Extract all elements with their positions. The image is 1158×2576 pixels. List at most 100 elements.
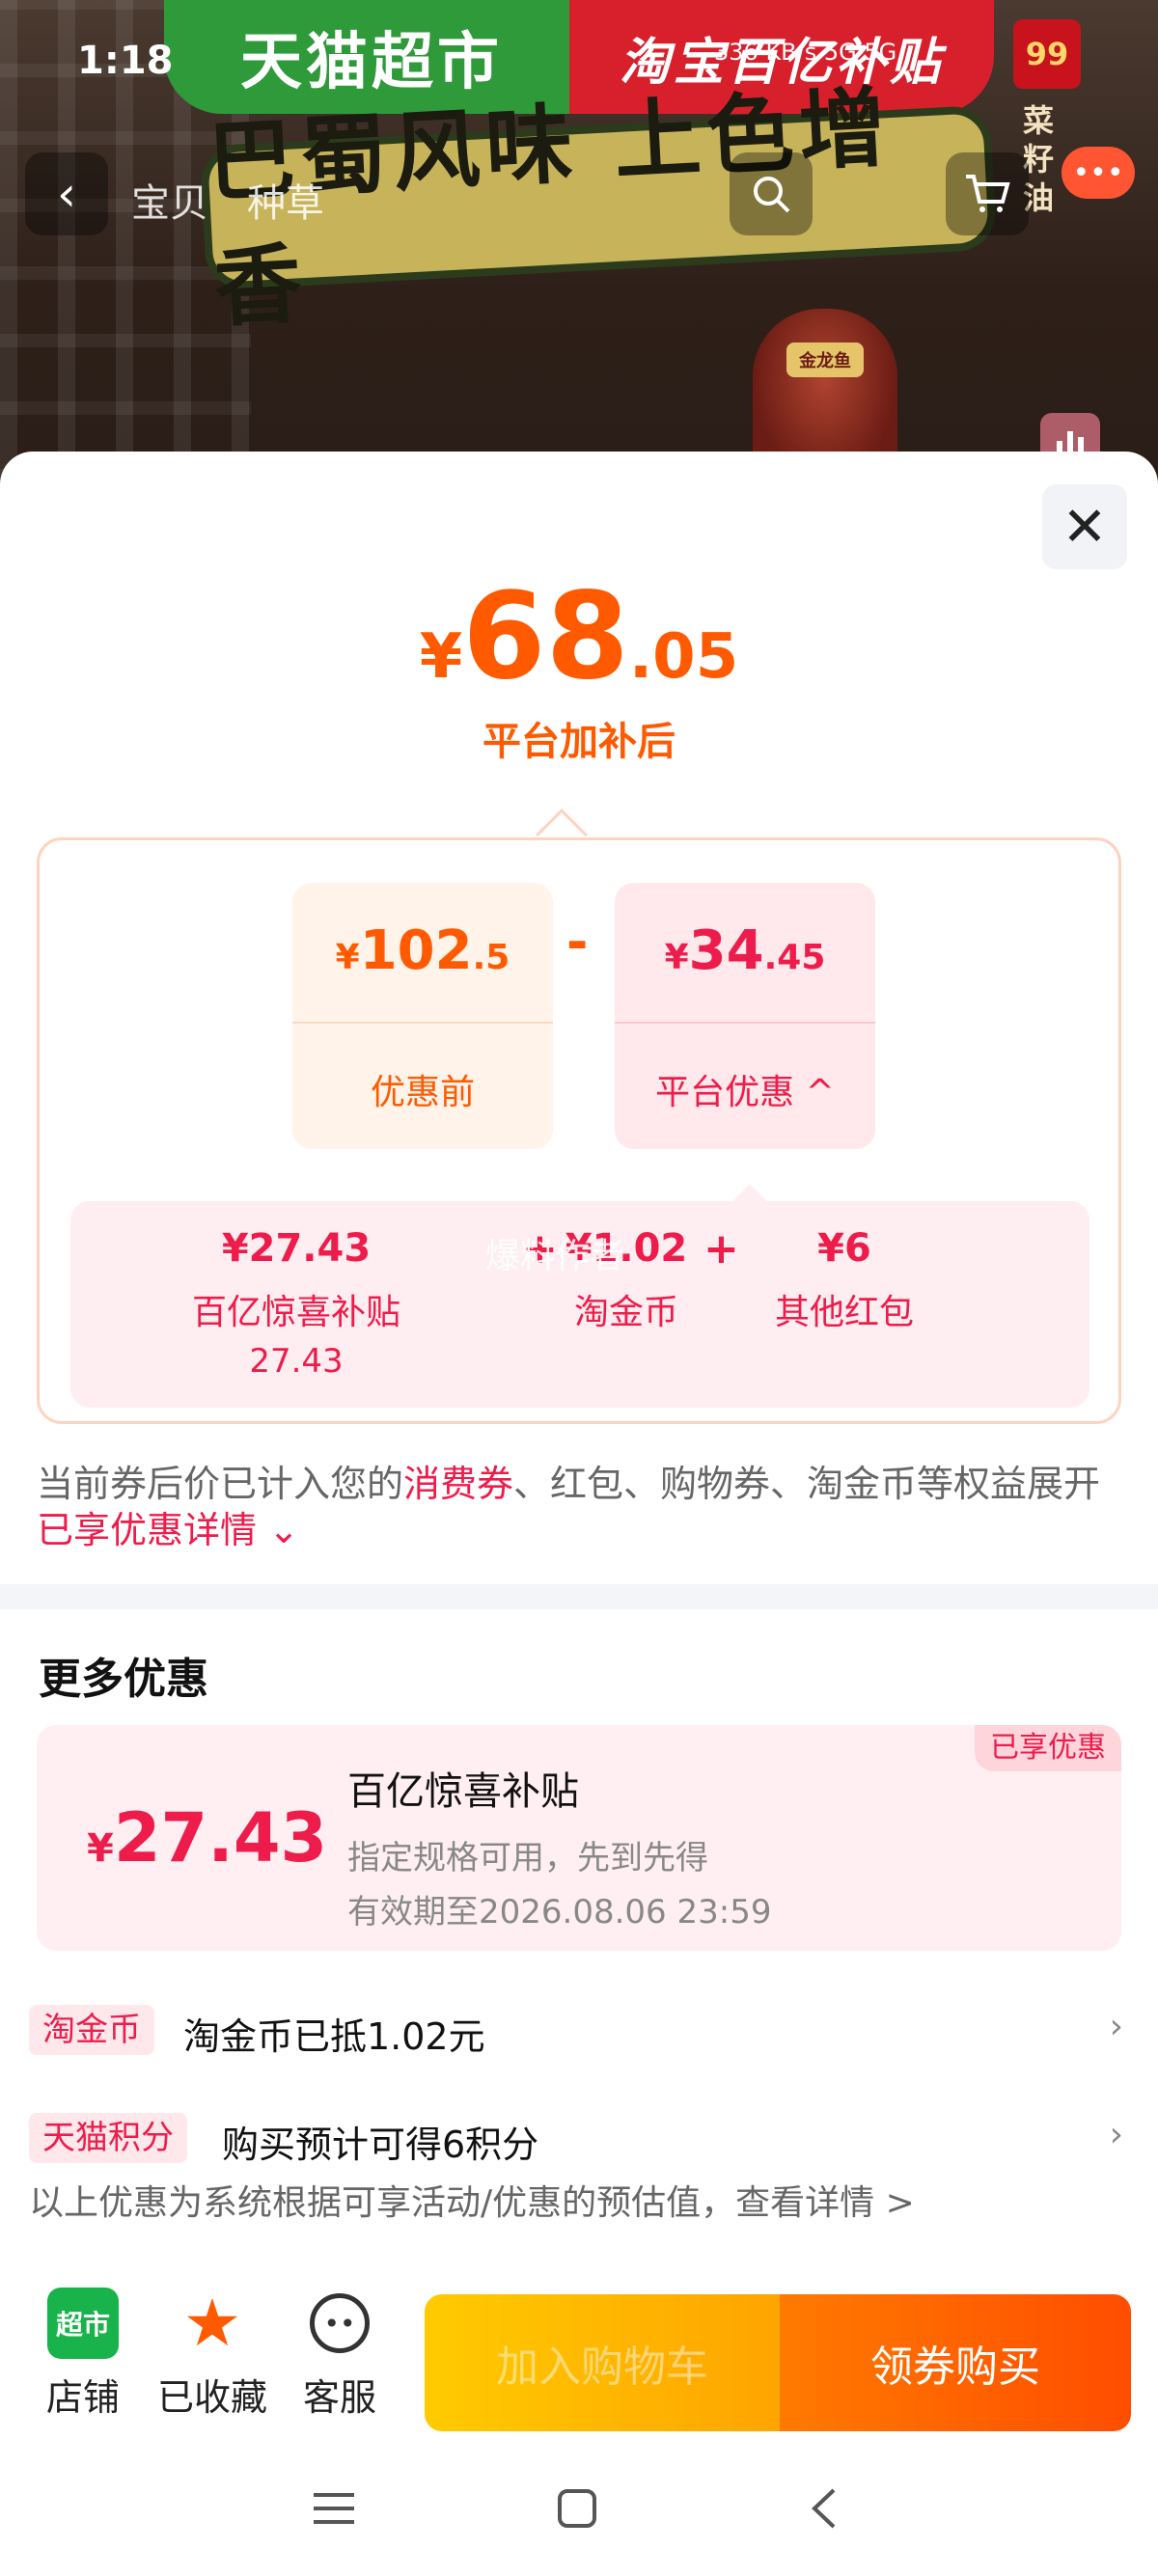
row-text: 淘金币已抵1.02元 xyxy=(183,2015,485,2058)
add-to-cart-button[interactable]: 加入购物车 xyxy=(425,2294,780,2431)
favorite-button[interactable]: ★ 已收藏 xyxy=(154,2285,270,2421)
product-image-background: 天猫超市 淘宝百亿补贴 巴蜀风味 上色增香 金龙鱼 99 菜籽油 xyxy=(0,0,1158,482)
card-divider xyxy=(615,1022,875,1024)
menu-button[interactable] xyxy=(286,2460,382,2557)
tmall-points-row[interactable]: 天猫积分 购买预计可得6积分 › xyxy=(29,2107,1129,2169)
service-icon-wrap: •• xyxy=(282,2285,398,2362)
more-icon: ••• xyxy=(1072,155,1124,190)
price-before-currency: ¥ xyxy=(335,938,360,977)
price-before-decimal: .5 xyxy=(472,938,510,977)
row-tag: 天猫积分 xyxy=(29,2113,187,2163)
platform-discount-card[interactable]: ¥34.45 平台优惠 ^ xyxy=(615,883,875,1149)
price-before-card: ¥102.5 优惠前 xyxy=(292,883,553,1149)
get-coupon-buy-button[interactable]: 领券购买 xyxy=(780,2294,1131,2431)
bottle-brand-label: 金龙鱼 xyxy=(786,343,864,377)
coupon-description: 指定规格可用，先到先得 xyxy=(347,1839,708,1877)
cart-button[interactable] xyxy=(946,152,1029,235)
platform-discount-label: 平台优惠 ^ xyxy=(615,1064,875,1114)
coupon-status-badge: 已享优惠 xyxy=(975,1725,1121,1771)
coupon-currency: ¥ xyxy=(87,1826,114,1871)
note-highlight-coupon: 消费券 xyxy=(403,1463,514,1505)
row-text: 购买预计可得6积分 xyxy=(222,2124,539,2166)
breakdown-sub: 27.43 xyxy=(249,1342,344,1381)
taojinbi-row[interactable]: 淘金币 淘金币已抵1.02元 › xyxy=(29,1999,1129,2061)
customer-service-button[interactable]: •• 客服 xyxy=(282,2285,398,2421)
price-before-value: ¥102.5 xyxy=(292,919,553,982)
platform-discount-text: 平台优惠 xyxy=(655,1073,795,1112)
coupon-title: 百亿惊喜补贴 xyxy=(347,1769,579,1814)
price-detail-sheet: ✕ ¥68.05 平台加补后 ¥102.5 优惠前 - ¥34.45 平台优惠 … xyxy=(0,452,1158,2576)
product-vertical-text: 菜籽油 xyxy=(1023,102,1055,216)
close-button[interactable]: ✕ xyxy=(1042,484,1127,569)
breakdown-value: ¥6 xyxy=(817,1226,871,1271)
back-icon: ‹ xyxy=(57,166,76,222)
home-square-icon xyxy=(558,2489,596,2528)
star-icon-wrap: ★ xyxy=(154,2285,270,2362)
coupon-amount: ¥27.43 xyxy=(87,1798,327,1877)
coupon-expiry: 有效期至2026.08.06 23:59 xyxy=(347,1893,772,1932)
more-discounts-title: 更多优惠 xyxy=(39,1655,208,1704)
final-price-currency: ¥ xyxy=(419,621,463,693)
shop-icon-wrap: 超市 xyxy=(25,2285,141,2362)
shop-label: 店铺 xyxy=(45,2376,120,2419)
final-price-integer: 68 xyxy=(462,567,629,706)
back-button[interactable]: ‹ xyxy=(25,152,108,235)
coupon-amount-value: 27.43 xyxy=(113,1798,328,1877)
final-price-label: 平台加补后 xyxy=(482,720,676,764)
breakdown-value: ¥27.43 xyxy=(221,1226,372,1271)
section-divider xyxy=(0,1584,1158,1609)
breakdown-name: 淘金币 xyxy=(573,1293,678,1332)
chevron-right-icon: › xyxy=(1109,2115,1123,2154)
system-navigation-bar xyxy=(0,2435,1158,2576)
final-price: ¥68.05 xyxy=(0,567,1158,706)
platform-discount-value: ¥34.45 xyxy=(615,919,875,982)
more-button[interactable]: ••• xyxy=(1062,147,1135,199)
price-calculation-box: ¥102.5 优惠前 - ¥34.45 平台优惠 ^ ¥27.43 百亿惊喜补贴… xyxy=(37,837,1121,1424)
tab-review[interactable]: 种草 xyxy=(247,172,324,228)
chat-face-icon: •• xyxy=(310,2293,370,2353)
note-text: 当前券后价已计入您的 xyxy=(37,1463,404,1505)
row-tag: 淘金币 xyxy=(29,2005,154,2055)
close-icon: ✕ xyxy=(1062,495,1108,559)
search-button[interactable] xyxy=(730,152,813,235)
status-time: 1:18 xyxy=(77,39,174,83)
price-note: 当前券后价已计入您的消费券、红包、购物券、淘金币等权益展开已享优惠详情 ⌄ xyxy=(37,1461,1121,1553)
breakdown-item-redpacket: ¥6 其他红包 xyxy=(758,1226,931,1334)
status-icons: 336 KB/s 5G 5G xyxy=(714,39,897,66)
chevron-up-icon: ^ xyxy=(805,1073,835,1112)
system-back-button[interactable] xyxy=(776,2460,872,2557)
star-icon: ★ xyxy=(182,2285,242,2362)
final-price-decimal: .05 xyxy=(628,621,739,693)
card-divider xyxy=(292,1022,553,1024)
price-badge: 99 xyxy=(1013,19,1081,89)
back-triangle-icon xyxy=(812,2488,836,2529)
bottom-action-bar: 超市 店铺 ★ 已收藏 •• 客服 加入购物车 领券购买 xyxy=(0,2265,1158,2431)
breakdown-item-subsidy: ¥27.43 百亿惊喜补贴 27.43 xyxy=(171,1226,422,1381)
estimate-disclaimer-link[interactable]: 以上优惠为系统根据可享活动/优惠的预估值，查看详情 > xyxy=(29,2175,915,2225)
platform-discount-decimal: .45 xyxy=(763,938,826,977)
watermark-text: 爆料作者 xyxy=(485,1237,625,1276)
shop-button[interactable]: 超市 店铺 xyxy=(25,2285,141,2421)
breakdown-name: 百亿惊喜补贴 xyxy=(191,1293,400,1332)
breakdown-name: 其他红包 xyxy=(774,1293,914,1332)
price-before-integer: 102 xyxy=(359,919,473,982)
home-button[interactable] xyxy=(529,2460,625,2557)
search-icon xyxy=(754,177,790,213)
tab-item[interactable]: 宝贝 xyxy=(131,172,208,228)
view-discount-details-link[interactable]: 已享优惠详情 xyxy=(37,1509,257,1551)
discount-breakdown: ¥27.43 百亿惊喜补贴 27.43 + ¥1.02 淘金币 + ¥6 其他红… xyxy=(70,1201,1089,1408)
coupon-card[interactable]: 已享优惠 ¥27.43 百亿惊喜补贴 指定规格可用，先到先得 有效期至2026.… xyxy=(37,1725,1121,1951)
chevron-right-icon: › xyxy=(1109,2007,1123,2046)
minus-sign: - xyxy=(566,912,589,973)
platform-discount-integer: 34 xyxy=(688,919,764,982)
platform-discount-currency: ¥ xyxy=(664,938,689,977)
menu-icon xyxy=(314,2493,354,2524)
price-before-label: 优惠前 xyxy=(370,1073,475,1112)
note-text: 、红包、购物券、淘金币等权益展开 xyxy=(513,1463,1101,1505)
cart-icon xyxy=(966,175,1010,212)
tmall-shop-icon: 超市 xyxy=(47,2288,119,2359)
service-label: 客服 xyxy=(302,2376,376,2419)
favorite-label: 已收藏 xyxy=(156,2376,267,2419)
plus-sign: + xyxy=(703,1224,739,1274)
chevron-down-icon: ⌄ xyxy=(268,1509,299,1551)
